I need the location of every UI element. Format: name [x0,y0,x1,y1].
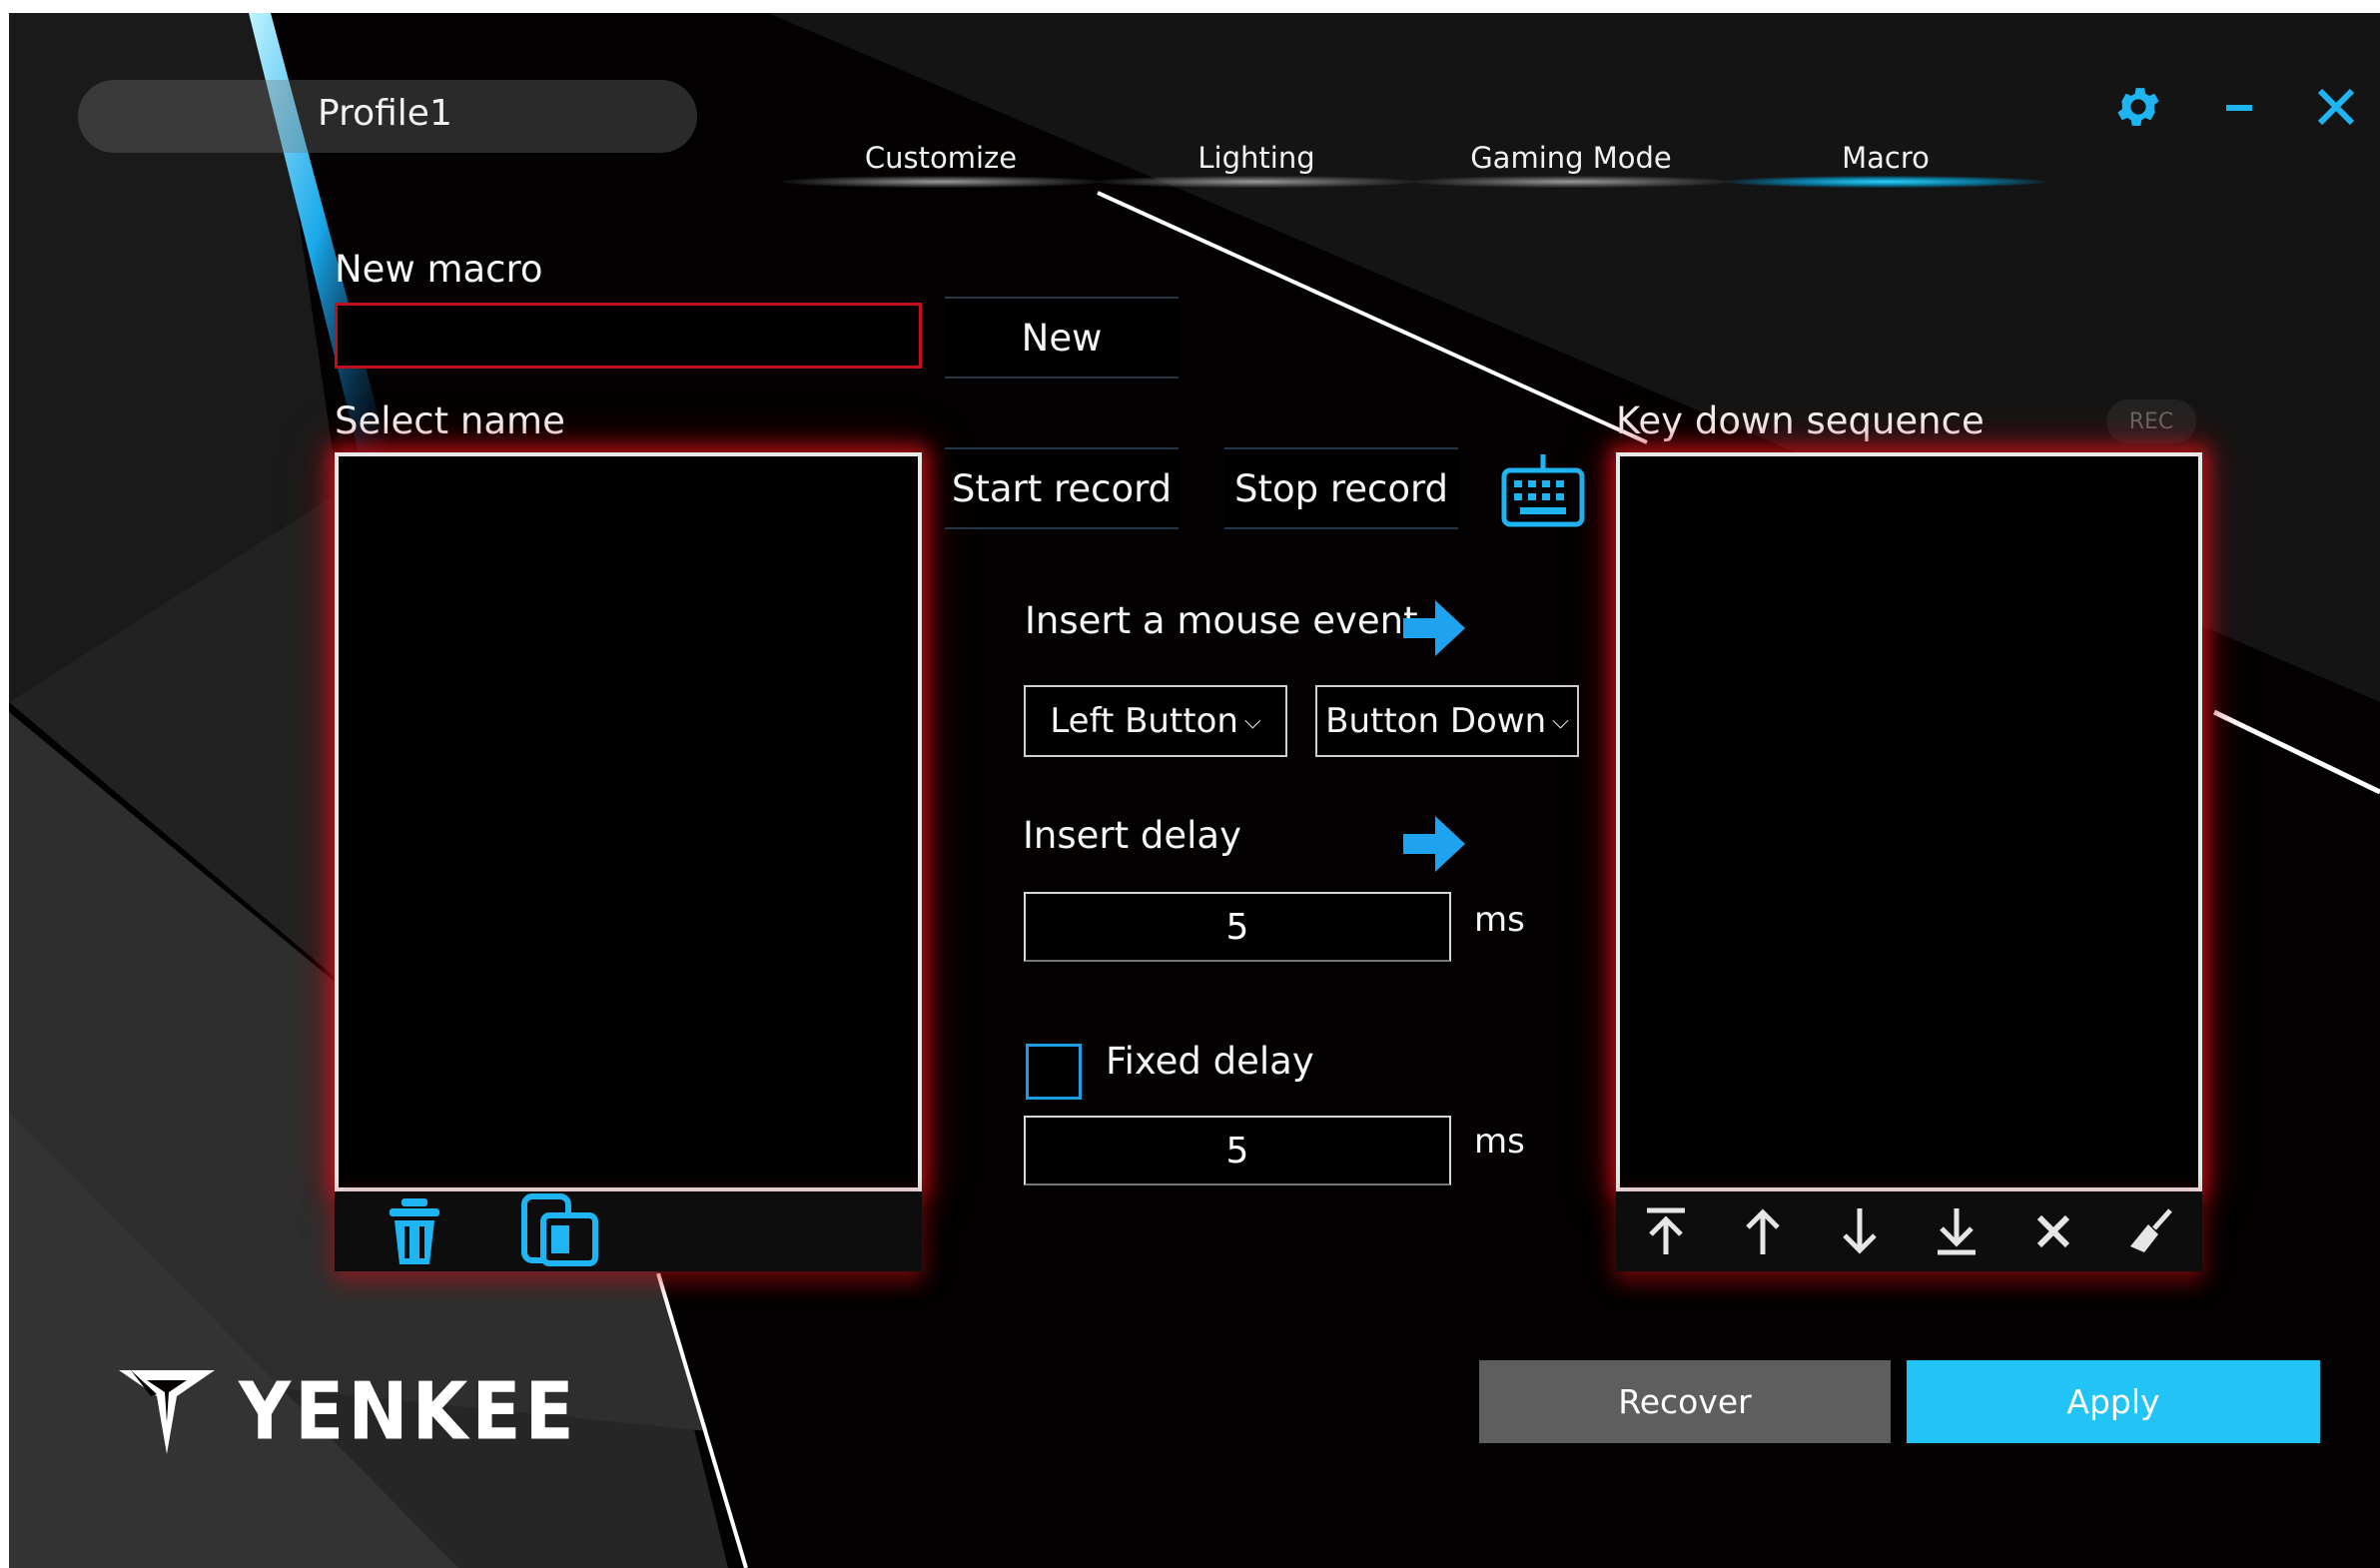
select-name-label: Select name [335,399,565,442]
tab-lighting[interactable]: Lighting [1107,141,1406,175]
profile-name: Profile1 [318,93,452,134]
tab-gaming-mode[interactable]: Gaming Mode [1421,141,1721,175]
move-down-icon[interactable] [1830,1201,1890,1261]
new-macro-label: New macro [335,248,543,291]
move-top-icon[interactable] [1636,1201,1696,1261]
delay-input[interactable] [1024,892,1451,962]
sequence-toolbar [1616,1191,2202,1271]
move-bottom-icon[interactable] [1927,1201,1986,1261]
recover-button[interactable]: Recover [1479,1360,1891,1443]
copy-icon[interactable] [520,1193,600,1269]
key-sequence-list[interactable] [1616,452,2202,1191]
minimize-icon[interactable] [2206,75,2270,139]
tab-gaming-mode-underline [1411,176,1731,188]
rec-badge: REC [2106,399,2196,443]
fixed-delay-unit: ms [1474,1122,1525,1162]
tab-macro[interactable]: Macro [1736,141,2035,175]
delay-unit: ms [1474,900,1525,940]
move-up-icon[interactable] [1733,1201,1793,1261]
mouse-action-select-value: Button Down [1325,701,1547,741]
insert-mouse-event-label: Insert a mouse event [1025,599,1418,642]
keyboard-icon[interactable] [1497,450,1589,530]
tab-customize[interactable]: Customize [791,141,1091,175]
chevron-down-icon: ⌵ [1243,708,1261,734]
insert-mouse-event-arrow-icon[interactable] [1399,596,1469,660]
mouse-button-select-value: Left Button [1050,701,1238,741]
clear-icon[interactable] [2120,1201,2180,1261]
insert-delay-label: Insert delay [1023,814,1241,857]
insert-delay-arrow-icon[interactable] [1399,812,1469,876]
mouse-action-select[interactable]: Button Down ⌵ [1315,685,1579,757]
delete-icon[interactable] [2023,1201,2083,1261]
new-button[interactable]: New [945,297,1179,379]
mouse-button-select[interactable]: Left Button ⌵ [1024,685,1287,757]
tab-macro-underline [1726,176,2045,188]
fixed-delay-label: Fixed delay [1106,1040,1314,1083]
start-record-button[interactable]: Start record [945,447,1179,529]
fixed-delay-checkbox[interactable] [1026,1044,1082,1100]
app-window: Profile1 Customize Lighting Gaming Mode … [9,13,2380,1568]
stop-record-button[interactable]: Stop record [1224,447,1458,529]
fixed-delay-input[interactable] [1024,1116,1451,1185]
apply-button[interactable]: Apply [1907,1360,2320,1443]
close-icon[interactable] [2304,75,2368,139]
tab-customize-underline [781,176,1101,188]
macro-name-list[interactable] [335,452,922,1191]
brand-name: YENKEE [239,1364,578,1458]
gear-icon[interactable] [2106,75,2170,139]
chevron-down-icon: ⌵ [1552,708,1569,734]
macro-list-toolbar [335,1191,922,1271]
trash-icon[interactable] [379,1195,450,1267]
yenkee-logo-icon [119,1370,215,1454]
tab-lighting-underline [1097,176,1416,188]
new-macro-input[interactable] [335,303,922,369]
key-down-sequence-label: Key down sequence [1616,399,1984,442]
brand-logo: YENKEE [117,1364,578,1458]
